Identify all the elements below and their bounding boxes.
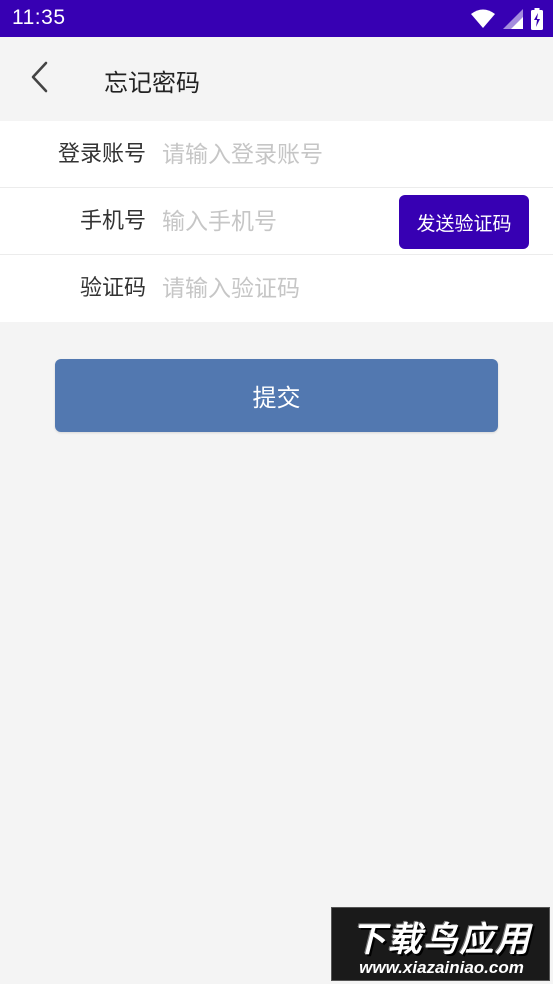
- account-label: 登录账号: [57, 142, 146, 167]
- wifi-icon: [471, 9, 495, 29]
- status-time: 11:35: [12, 6, 66, 29]
- code-label: 验证码: [79, 276, 146, 301]
- watermark-title: 下载鸟应用: [351, 920, 532, 960]
- watermark-logo: 下载鸟应用 www.xiazainiao.com: [331, 907, 550, 981]
- submit-button[interactable]: 提交: [55, 359, 498, 432]
- send-code-button[interactable]: 发送验证码: [399, 195, 529, 249]
- account-input[interactable]: [162, 135, 542, 175]
- battery-charging-icon: [531, 8, 543, 30]
- signal-icon: [503, 9, 523, 29]
- status-icons: [471, 8, 543, 30]
- phone-row: 手机号 发送验证码: [0, 188, 553, 255]
- phone-input[interactable]: [162, 202, 392, 242]
- phone-label: 手机号: [79, 209, 146, 234]
- code-input[interactable]: [162, 269, 542, 309]
- toolbar: 忘记密码: [0, 37, 553, 121]
- chevron-left-icon: [30, 61, 50, 97]
- account-row: 登录账号: [0, 121, 553, 188]
- page-title: 忘记密码: [104, 69, 200, 97]
- code-row: 验证码: [0, 255, 553, 322]
- forgot-password-form: 登录账号 手机号 发送验证码 验证码: [0, 121, 553, 322]
- back-button[interactable]: [20, 59, 60, 99]
- watermark-url: www.xiazainiao.com: [359, 958, 524, 977]
- status-bar: 11:35: [0, 0, 553, 37]
